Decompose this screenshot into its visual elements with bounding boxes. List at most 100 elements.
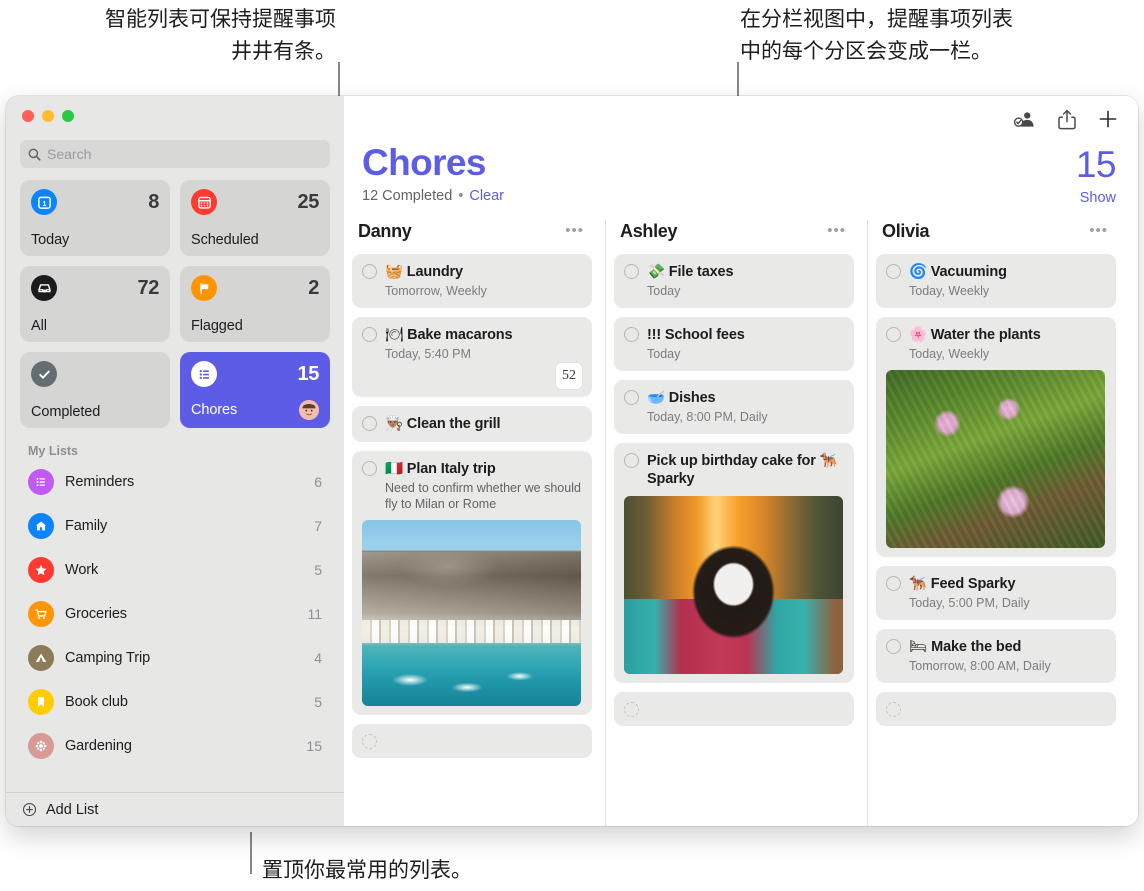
ellipsis-icon[interactable]: ••• (827, 223, 846, 238)
column-cards: 🧺 Laundry Tomorrow, Weekly 🍽 Bake macaro… (352, 254, 592, 758)
reminder-card[interactable]: Pick up birthday cake for 🐕‍🦺 Sparky (614, 443, 854, 683)
reminder-card-empty[interactable] (876, 692, 1116, 726)
list-item-groceries[interactable]: Groceries 11 (20, 592, 330, 636)
toolbar (344, 96, 1138, 142)
reminder-title-text: Laundry (406, 264, 463, 280)
reminder-title-text: File taxes (668, 264, 734, 280)
column-title: Olivia (882, 220, 930, 241)
column-title: Ashley (620, 220, 678, 241)
add-list-button[interactable]: Add List (6, 792, 344, 826)
list-item-work[interactable]: Work 5 (20, 548, 330, 592)
list-item-count: 15 (306, 738, 322, 754)
my-lists: Reminders 6 Family 7 Work 5 Groceries 11… (6, 460, 344, 792)
complete-checkbox[interactable] (886, 702, 901, 717)
reminder-subtitle: Tomorrow, Weekly (385, 284, 487, 298)
reminder-card[interactable]: 💸 File taxes Today (614, 254, 854, 308)
search-icon (28, 148, 41, 161)
smart-list-scheduled[interactable]: 25 Scheduled (180, 180, 330, 256)
reminder-title-text: Bake macarons (407, 327, 513, 343)
list-item-family[interactable]: Family 7 (20, 504, 330, 548)
list-item-count: 7 (314, 518, 322, 534)
list-count: 15 (1075, 144, 1117, 185)
reminder-card[interactable]: 🍽 Bake macarons Today, 5:40 PM 52 (352, 317, 592, 397)
column-olivia: Olivia ••• 🌀 Vacuuming Today, Weekly 🌸 W… (868, 218, 1130, 826)
list-item-label: Groceries (65, 606, 127, 622)
list-item-book-club[interactable]: Book club 5 (20, 680, 330, 724)
my-lists-header: My Lists (28, 444, 79, 458)
maximize-button[interactable] (62, 110, 74, 122)
reminder-subtitle: Tomorrow, 8:00 AM, Daily (909, 659, 1051, 673)
reminder-card[interactable]: 🌀 Vacuuming Today, Weekly (876, 254, 1116, 308)
ellipsis-icon[interactable]: ••• (1089, 223, 1108, 238)
search-field[interactable] (20, 140, 330, 168)
reminder-card[interactable]: 🐕‍🦺 Feed Sparky Today, 5:00 PM, Daily (876, 566, 1116, 620)
ellipsis-icon[interactable]: ••• (565, 223, 584, 238)
minimize-button[interactable] (42, 110, 54, 122)
reminder-title: 💸 File taxes (647, 264, 734, 280)
list-item-camping-trip[interactable]: Camping Trip 4 (20, 636, 330, 680)
smart-list-label: Chores (191, 402, 238, 418)
smart-list-completed[interactable]: Completed (20, 352, 170, 428)
smart-list-label: Flagged (191, 318, 243, 334)
flowers-photo[interactable] (886, 370, 1105, 548)
reminder-title-text: Plan Italy trip (406, 461, 496, 477)
reminder-card[interactable]: 🥣 Dishes Today, 8:00 PM, Daily (614, 380, 854, 434)
reminder-title: 🐕‍🦺 Feed Sparky (909, 576, 1016, 592)
reminder-title: 🌸 Water the plants (909, 327, 1041, 343)
dog-photo[interactable] (624, 496, 843, 674)
list-item-reminders[interactable]: Reminders 6 (20, 460, 330, 504)
reminder-subtitle: Today, Weekly (909, 347, 990, 361)
complete-checkbox[interactable] (886, 264, 901, 279)
reminder-emoji: 🛏 (909, 639, 928, 655)
complete-checkbox[interactable] (362, 327, 377, 342)
reminder-card[interactable]: 🛏 Make the bed Tomorrow, 8:00 AM, Daily (876, 629, 1116, 683)
calendar-icon (191, 189, 217, 215)
complete-checkbox[interactable] (624, 453, 639, 468)
reminder-title: 🍽 Bake macarons (385, 327, 513, 343)
completed-count: 12 Completed (362, 188, 453, 204)
reminder-card[interactable]: !!! School fees Today (614, 317, 854, 371)
complete-checkbox[interactable] (886, 327, 901, 342)
reminder-subtitle: Today, 5:00 PM, Daily (909, 596, 1030, 610)
smart-list-chores[interactable]: 15 Chores (180, 352, 330, 428)
complete-checkbox[interactable] (362, 416, 377, 431)
complete-checkbox[interactable] (624, 702, 639, 717)
smart-list-all[interactable]: 72 All (20, 266, 170, 342)
reminder-card-empty[interactable] (614, 692, 854, 726)
smart-list-label: Completed (31, 404, 101, 420)
complete-checkbox[interactable] (886, 576, 901, 591)
cart-icon (28, 601, 54, 627)
italy-coast-photo[interactable] (362, 520, 581, 706)
tent-icon (28, 645, 54, 671)
plus-icon[interactable] (1098, 109, 1118, 129)
complete-checkbox[interactable] (886, 639, 901, 654)
column-cards: 💸 File taxes Today !!! School fees Today… (614, 254, 854, 726)
search-input[interactable] (47, 146, 322, 162)
reminder-card[interactable]: 👨🏽‍🍳 Clean the grill (352, 406, 592, 442)
share-icon[interactable] (1058, 109, 1076, 130)
reminder-emoji: 💸 (647, 264, 665, 280)
complete-checkbox[interactable] (624, 264, 639, 279)
list-item-count: 5 (314, 694, 322, 710)
reminder-card[interactable]: 🇮🇹 Plan Italy trip Need to confirm wheth… (352, 451, 592, 715)
smart-list-flagged[interactable]: 2 Flagged (180, 266, 330, 342)
reminder-attachment-badge[interactable]: 52 (556, 363, 582, 389)
reminder-card[interactable]: 🌸 Water the plants Today, Weekly (876, 317, 1116, 557)
list-item-gardening[interactable]: Gardening 15 (20, 724, 330, 768)
reminder-title: !!! School fees (647, 327, 745, 343)
reminder-title: 👨🏽‍🍳 Clean the grill (385, 416, 501, 432)
complete-checkbox[interactable] (362, 461, 377, 476)
smart-list-today[interactable]: 1 8 Today (20, 180, 170, 256)
complete-checkbox[interactable] (624, 390, 639, 405)
reminder-card[interactable]: 🧺 Laundry Tomorrow, Weekly (352, 254, 592, 308)
reminder-card-empty[interactable] (352, 724, 592, 758)
clear-button[interactable]: Clear (469, 188, 504, 204)
complete-checkbox[interactable] (362, 264, 377, 279)
column-header: Danny ••• (352, 218, 592, 244)
close-button[interactable] (22, 110, 34, 122)
complete-checkbox[interactable] (624, 327, 639, 342)
add-person-icon[interactable] (1012, 109, 1036, 129)
reminder-emoji: 🐕‍🦺 (909, 576, 927, 592)
column-title: Danny (358, 220, 412, 241)
complete-checkbox[interactable] (362, 734, 377, 749)
